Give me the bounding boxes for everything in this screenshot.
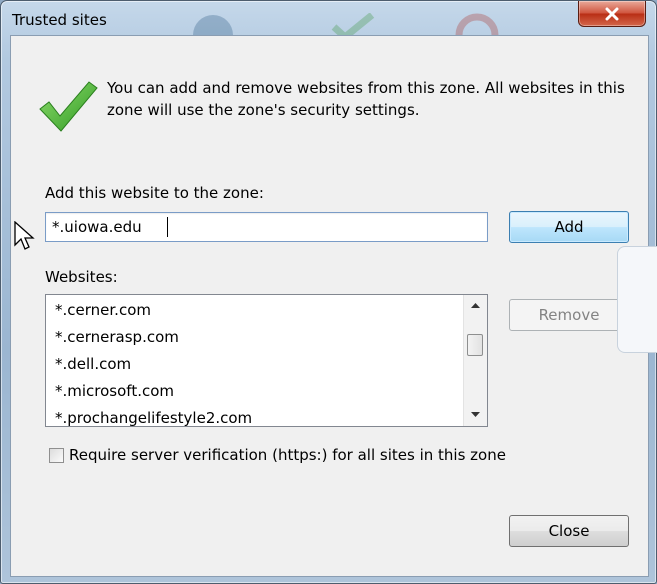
website-input-box[interactable] bbox=[45, 212, 488, 242]
list-item[interactable]: *.cerner.com bbox=[55, 297, 455, 324]
scroll-thumb[interactable] bbox=[467, 334, 483, 356]
websites-scrollbar[interactable] bbox=[463, 295, 487, 426]
websites-label: Websites: bbox=[45, 268, 118, 286]
background-check-icon bbox=[331, 13, 375, 35]
require-verification-checkbox[interactable] bbox=[49, 447, 64, 463]
add-button[interactable]: Add bbox=[509, 211, 629, 243]
green-checkmark-icon bbox=[39, 81, 98, 132]
list-item[interactable]: *.prochangelifestyle2.com bbox=[55, 405, 455, 426]
website-input[interactable] bbox=[52, 214, 472, 240]
scroll-down-arrow-icon bbox=[471, 412, 480, 417]
require-verification-option[interactable]: Require server verification (https:) for… bbox=[49, 446, 506, 464]
mouse-cursor-icon bbox=[14, 221, 35, 250]
zone-description: You can add and remove websites from thi… bbox=[107, 79, 625, 119]
scroll-up-arrow-icon bbox=[471, 303, 480, 308]
trusted-sites-dialog: Trusted sites You can add and remove web… bbox=[0, 0, 657, 584]
list-item[interactable]: *.cernerasp.com bbox=[55, 324, 455, 351]
close-x-icon bbox=[605, 7, 619, 20]
list-item[interactable]: *.microsoft.com bbox=[55, 378, 455, 405]
text-caret bbox=[167, 217, 168, 237]
scroll-up-button[interactable] bbox=[464, 297, 487, 315]
window-close-button[interactable] bbox=[578, 1, 646, 27]
close-button[interactable]: Close bbox=[509, 515, 629, 547]
background-globe-icon bbox=[193, 15, 233, 35]
add-website-label: Add this website to the zone: bbox=[45, 184, 264, 202]
background-restricted-icon bbox=[455, 13, 499, 35]
title-bar[interactable]: Trusted sites bbox=[1, 1, 656, 35]
list-item[interactable]: *.dell.com bbox=[55, 351, 455, 378]
require-verification-label: Require server verification (https:) for… bbox=[69, 446, 506, 464]
remove-button[interactable]: Remove bbox=[509, 299, 629, 331]
websites-list[interactable]: *.cerner.com *.cernerasp.com *.dell.com … bbox=[45, 294, 488, 427]
window-title: Trusted sites bbox=[12, 11, 107, 29]
background-window-edge-right bbox=[617, 246, 657, 353]
scroll-down-button[interactable] bbox=[464, 406, 487, 424]
